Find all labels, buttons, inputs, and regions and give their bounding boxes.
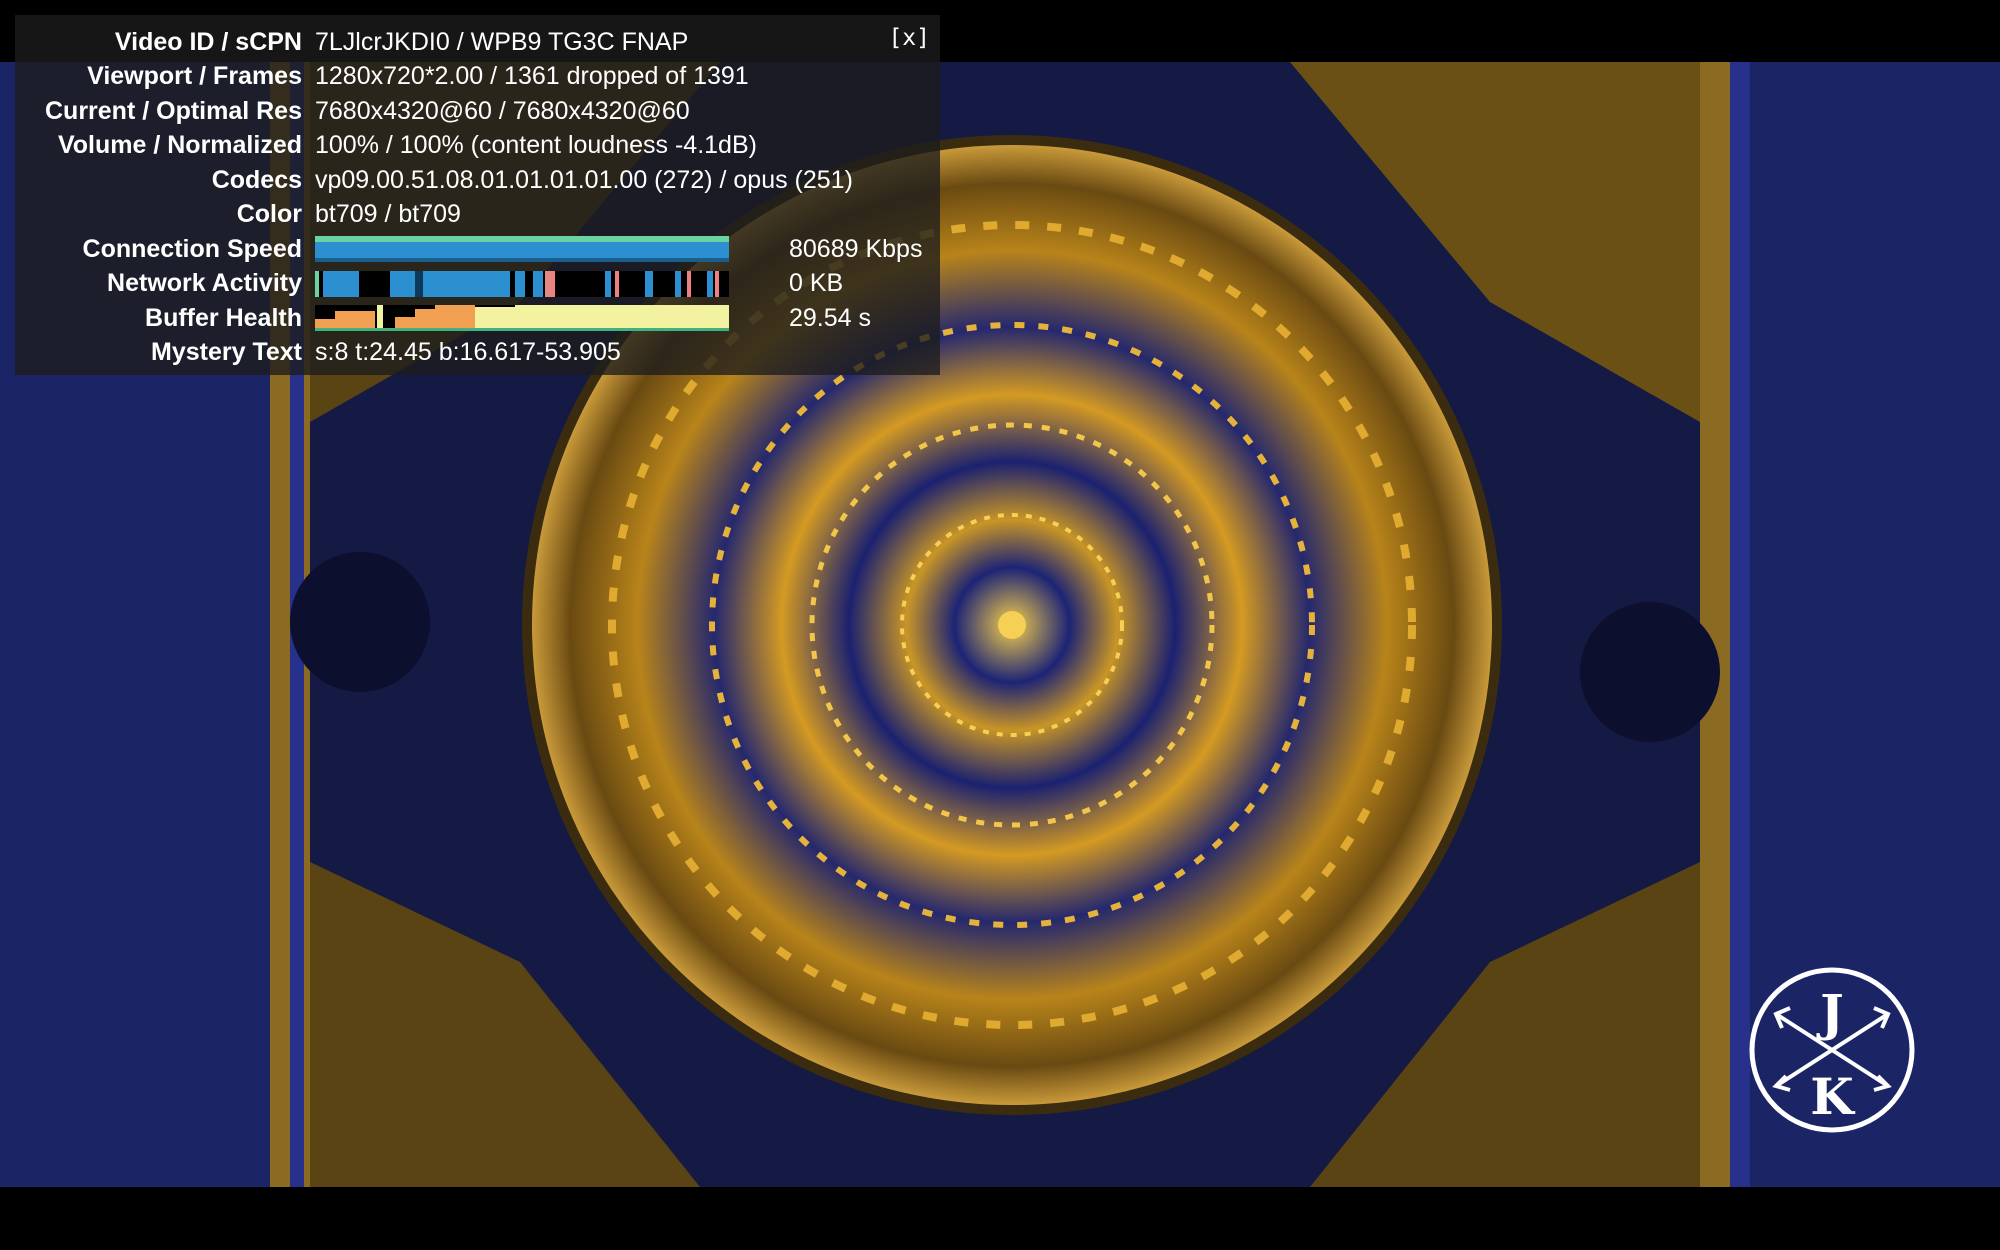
stat-row-resolution: Current / Optimal Res 7680x4320@60 / 768…	[15, 94, 940, 129]
stat-value: 100% / 100% (content loudness -4.1dB)	[315, 131, 757, 160]
net-bar	[615, 270, 619, 297]
stat-label: Video ID / sCPN	[114, 27, 302, 56]
stat-row-network-activity: Network Activity 0 KB	[15, 267, 940, 302]
stat-label: Buffer Health	[145, 303, 302, 332]
net-bar	[415, 270, 423, 297]
stat-row-video-id: Video ID / sCPN 7LJlcrJKDI0 / WPB9 TG3C …	[15, 25, 940, 60]
net-bar	[551, 270, 555, 297]
stats-for-nerds-panel: [x] Video ID / sCPN 7LJlcrJKDI0 / WPB9 T…	[15, 15, 940, 375]
stat-label: Current / Optimal Res	[45, 96, 302, 125]
net-bar	[687, 270, 691, 297]
buffer-baseline	[315, 328, 729, 332]
net-bar	[315, 270, 319, 297]
stat-value: s:8 t:24.45 b:16.617-53.905	[315, 338, 621, 367]
stat-label: Connection Speed	[82, 234, 302, 263]
video-player[interactable]: [x] Video ID / sCPN 7LJlcrJKDI0 / WPB9 T…	[0, 0, 2000, 1250]
net-bar	[675, 270, 681, 297]
net-bar	[707, 270, 713, 297]
stat-label: Mystery Text	[151, 338, 302, 367]
buffer-health-graph	[315, 305, 729, 332]
stat-value: 7LJlcrJKDI0 / WPB9 TG3C FNAP	[315, 27, 689, 56]
stat-label: Codecs	[211, 165, 302, 194]
stat-row-buffer-health: Buffer Health 29.54 s	[15, 301, 940, 336]
stat-row-volume: Volume / Normalized 100% / 100% (content…	[15, 129, 940, 164]
connection-speed-graph	[315, 236, 729, 263]
stat-row-viewport: Viewport / Frames 1280x720*2.00 / 1361 d…	[15, 60, 940, 95]
connection-speed-peak	[315, 236, 729, 243]
stat-label: Color	[236, 200, 302, 229]
stat-row-connection-speed: Connection Speed 80689 Kbps	[15, 232, 940, 267]
network-activity-value: 0 KB	[789, 269, 844, 298]
buffer-health-value: 29.54 s	[789, 303, 872, 332]
network-activity-graph	[315, 270, 729, 297]
stat-value: 1280x720*2.00 / 1361 dropped of 1391	[315, 62, 749, 91]
stat-value: vp09.00.51.08.01.01.01.01.00 (272) / opu…	[315, 165, 853, 194]
net-bar	[715, 270, 719, 297]
logo-letter-bottom: K	[1810, 1067, 1855, 1126]
stat-value: 7680x4320@60 / 7680x4320@60	[315, 96, 690, 125]
net-bar	[323, 270, 359, 297]
stat-row-mystery-text: Mystery Text s:8 t:24.45 b:16.617-53.905	[15, 336, 940, 371]
stat-label: Network Activity	[107, 269, 302, 298]
connection-speed-baseline	[315, 258, 729, 263]
connection-speed-value: 80689 Kbps	[789, 234, 923, 263]
stat-value: bt709 / bt709	[315, 200, 461, 229]
stat-row-codecs: Codecs vp09.00.51.08.01.01.01.01.00 (272…	[15, 163, 940, 198]
jk-arrows-logo-icon: J K	[1749, 967, 1915, 1133]
net-bar	[533, 270, 543, 297]
stat-row-color: Color bt709 / bt709	[15, 198, 940, 233]
logo-letter-top: J	[1816, 983, 1844, 1042]
stat-label: Viewport / Frames	[87, 62, 302, 91]
stat-label: Volume / Normalized	[57, 131, 302, 160]
net-bar	[605, 270, 611, 297]
net-bar	[515, 270, 525, 297]
net-bar	[645, 270, 653, 297]
net-bar	[390, 270, 510, 297]
